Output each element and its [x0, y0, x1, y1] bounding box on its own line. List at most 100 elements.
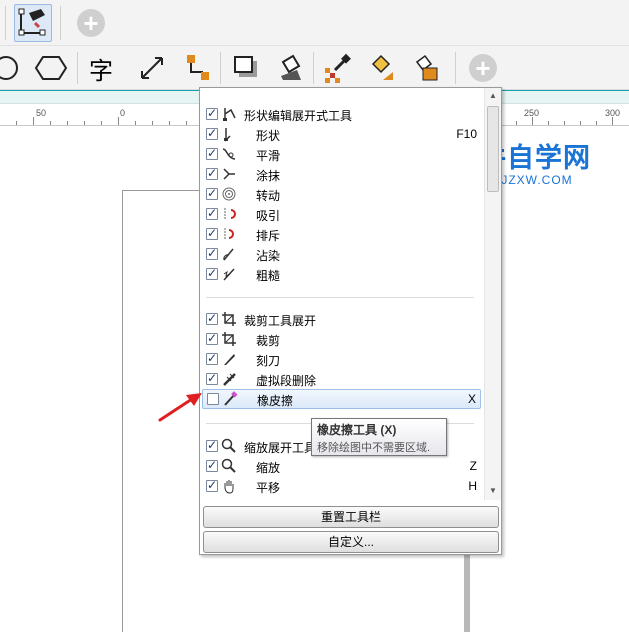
ruler-tick — [152, 121, 153, 125]
connector-tool-button[interactable] — [180, 50, 216, 86]
ellipse-tool-button[interactable] — [0, 54, 22, 82]
add-toolbar-button[interactable]: + — [76, 8, 106, 38]
menu-item-knife[interactable]: 刻刀 — [200, 349, 483, 369]
toolbar-separator — [220, 52, 221, 84]
scroll-up-icon[interactable]: ▲ — [489, 91, 497, 100]
menu-item-twirl[interactable]: 转动 — [200, 184, 483, 204]
toolbar-customize-menu: 形状编辑展开式工具 形状 F10 平滑 涂抹 转动 吸引 — [199, 87, 502, 555]
menu-item-smear[interactable]: 涂抹 — [200, 164, 483, 184]
ruler-tick — [67, 121, 68, 125]
ruler-tick — [186, 121, 187, 125]
checkbox[interactable] — [206, 478, 218, 492]
ruler-tick — [50, 121, 51, 125]
scroll-down-icon[interactable]: ▼ — [489, 486, 497, 495]
page-border — [122, 190, 200, 191]
menu-item-shortcut: X — [467, 392, 476, 406]
polygon-tool-button[interactable] — [34, 54, 68, 82]
ruler-tick — [169, 121, 170, 125]
menu-item-label: 裁剪工具展开 — [244, 314, 317, 328]
transparency-tool-button[interactable] — [272, 50, 308, 86]
menu-item-label: 虚拟段删除 — [256, 374, 317, 388]
eyedropper-icon — [325, 53, 351, 83]
menu-item-label: 沾染 — [256, 249, 281, 263]
menu-divider — [206, 297, 474, 298]
smear-icon — [220, 165, 238, 183]
ruler-tick — [596, 121, 597, 125]
menu-item-shortcut: H — [468, 479, 477, 493]
ruler-tick — [33, 117, 34, 125]
reset-toolbar-button[interactable]: 重置工具栏 — [203, 506, 499, 528]
shape-edit-tool-button[interactable] — [14, 4, 52, 42]
menu-scrollbar[interactable]: ▲ ▼ — [484, 88, 501, 500]
page-shadow — [464, 552, 470, 632]
menu-item-label: 平移 — [256, 481, 281, 495]
checkbox[interactable] — [206, 266, 218, 280]
checkbox[interactable] — [206, 311, 218, 325]
checkbox[interactable] — [206, 186, 218, 200]
smart-fill-tool-button[interactable] — [408, 50, 444, 86]
crop-flyout-icon — [220, 310, 238, 328]
menu-item-pan[interactable]: 平移 H — [200, 476, 483, 496]
dimension-tool-button[interactable] — [134, 52, 170, 84]
ruler-label: 50 — [36, 108, 47, 118]
menu-item-shortcut: Z — [469, 459, 477, 473]
ruler-tick — [532, 117, 533, 125]
ruler-tick — [580, 121, 581, 125]
checkbox[interactable] — [206, 371, 218, 385]
ruler-tick — [101, 121, 102, 125]
toolbar-separator — [313, 52, 314, 84]
scrollbar-thumb[interactable] — [487, 106, 499, 192]
menu-item-crop[interactable]: 裁剪 — [200, 329, 483, 349]
checkbox[interactable] — [206, 438, 218, 452]
menu-item-virtual-segment-delete[interactable]: 虚拟段删除 — [200, 369, 483, 389]
checkbox[interactable] — [206, 351, 218, 365]
customize-button[interactable]: 自定义... — [203, 531, 499, 553]
text-tool-button[interactable]: 字 — [84, 52, 118, 85]
plus-icon: + — [77, 9, 105, 37]
checkbox[interactable] — [206, 226, 218, 240]
toolbar-separator — [455, 52, 456, 84]
checkbox[interactable] — [206, 166, 218, 180]
menu-group-header[interactable]: 裁剪工具展开 — [200, 309, 483, 329]
ruler-tick — [548, 121, 549, 125]
twirl-icon — [220, 185, 238, 203]
menu-item-smooth[interactable]: 平滑 — [200, 144, 483, 164]
crop-icon — [220, 330, 238, 348]
ruler-tick — [16, 121, 17, 125]
top-toolbar: + — [0, 0, 629, 46]
ruler-tick — [564, 121, 565, 125]
annotation-arrow-icon — [158, 393, 202, 422]
knife-icon — [220, 350, 238, 368]
drop-shadow-tool-button[interactable] — [228, 50, 264, 86]
ruler-tick — [612, 117, 613, 125]
ellipse-icon — [0, 56, 18, 80]
color-eyedropper-tool-button[interactable] — [320, 50, 356, 86]
ruler-tick — [135, 121, 136, 125]
menu-item-repel[interactable]: 排斥 — [200, 224, 483, 244]
menu-item-label: 涂抹 — [256, 169, 281, 183]
menu-item-smudge[interactable]: 沾染 — [200, 244, 483, 264]
checkbox[interactable] — [206, 126, 218, 140]
add-toolbar-button[interactable]: + — [468, 53, 498, 83]
menu-item-roughen[interactable]: 粗糙 — [200, 264, 483, 284]
interactive-fill-tool-button[interactable] — [364, 50, 400, 86]
menu-item-attract[interactable]: 吸引 — [200, 204, 483, 224]
checkbox[interactable] — [206, 458, 218, 472]
eraser-tooltip: 橡皮擦工具 (X) 移除绘图中不需要区域. — [311, 418, 447, 456]
checkbox[interactable] — [207, 393, 219, 405]
checkbox[interactable] — [206, 246, 218, 260]
shape-icon — [220, 125, 238, 143]
checkbox[interactable] — [206, 106, 218, 120]
smart-fill-icon — [415, 54, 438, 81]
checkbox[interactable] — [206, 206, 218, 220]
ruler-tick — [118, 117, 119, 125]
checkbox[interactable] — [206, 331, 218, 345]
zoom-icon — [220, 457, 238, 475]
checkbox[interactable] — [206, 146, 218, 160]
menu-group-header[interactable]: 形状编辑展开式工具 — [200, 104, 483, 124]
transparency-icon — [281, 54, 301, 80]
dimension-icon — [141, 57, 163, 79]
menu-item-shape[interactable]: 形状 F10 — [200, 124, 483, 144]
menu-item-eraser[interactable]: 橡皮擦 X — [202, 389, 481, 409]
menu-item-zoom[interactable]: 缩放 Z — [200, 456, 483, 476]
